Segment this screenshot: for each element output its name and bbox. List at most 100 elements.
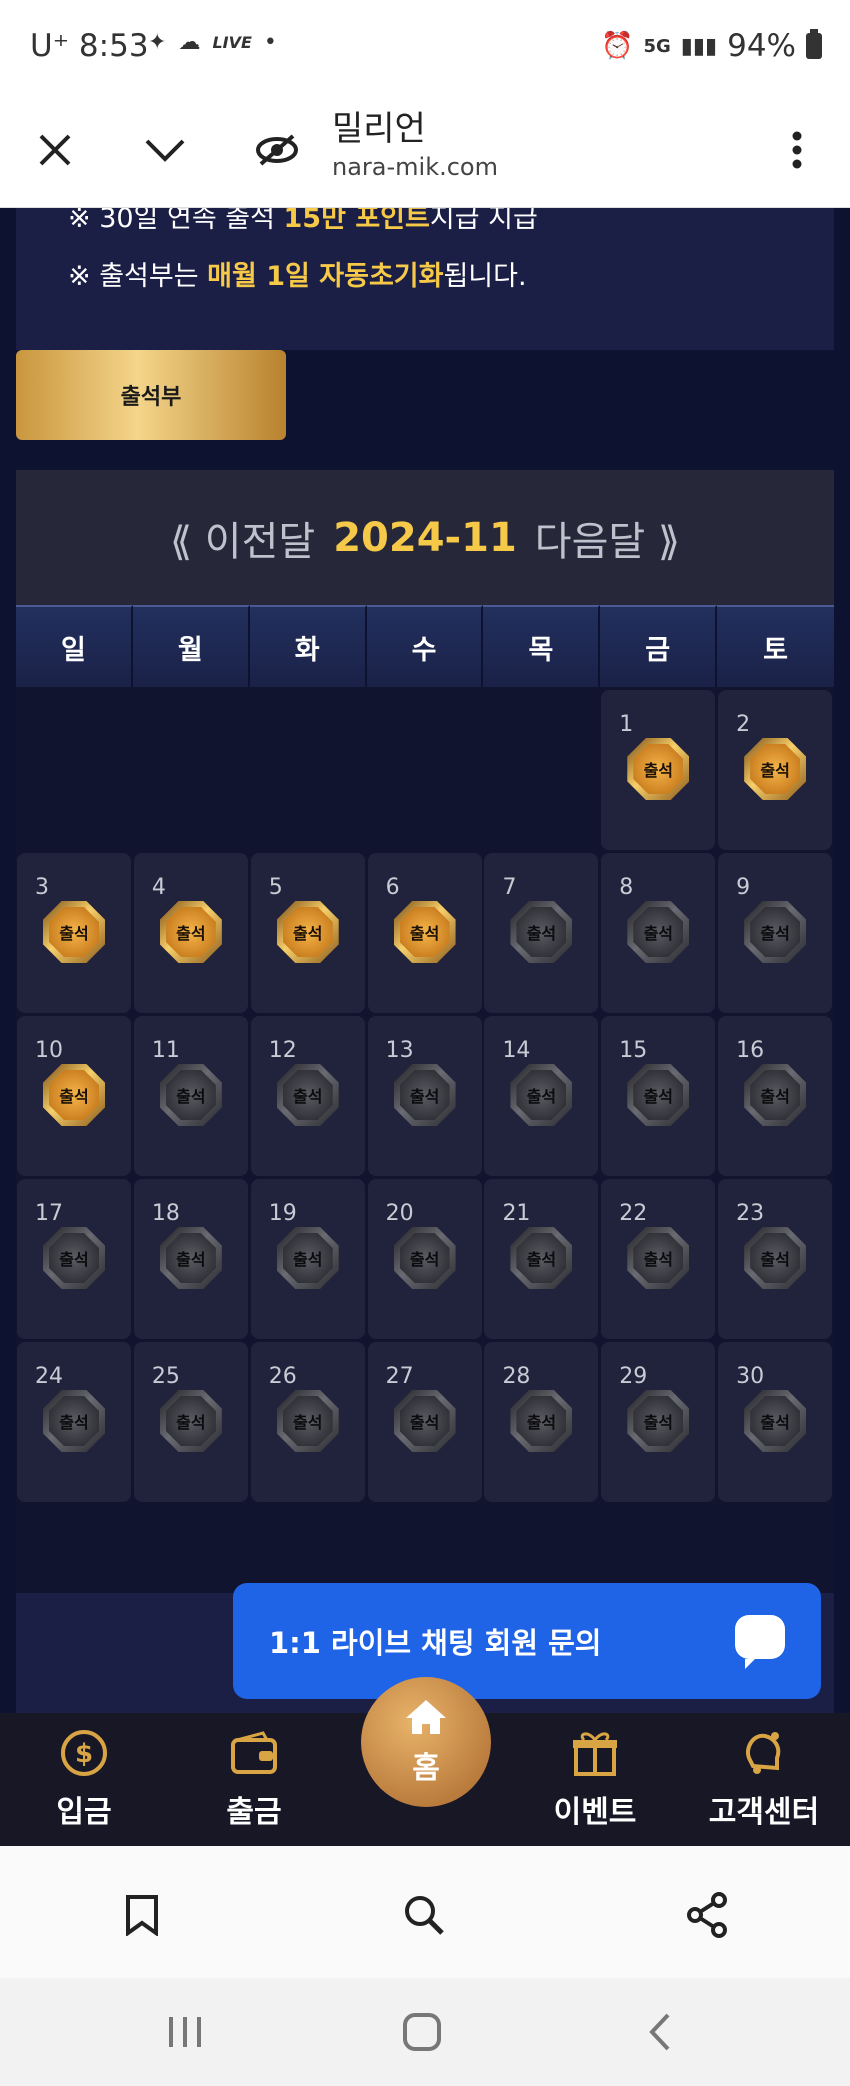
status-bar: U⁺ 8:53 ✦ ☁ LIVE • ⏰ 5G ▮▮▮ 94% — [0, 0, 850, 95]
calendar-day-cell: 3 출석 — [17, 853, 131, 1013]
notice-highlight: 15만 포인트 — [283, 208, 430, 234]
not-attended-badge-icon: 출석 — [276, 1064, 339, 1126]
live-label: LIVE — [212, 33, 252, 52]
badge-label: 출석 — [633, 1396, 684, 1446]
prev-month-button[interactable]: ⟪ 이전달 — [170, 509, 315, 567]
badge-label: 출석 — [750, 744, 801, 794]
calendar-day-cell: 5 출석 — [250, 853, 365, 1013]
day-number: 12 — [268, 1038, 297, 1063]
calendar-header: ⟪ 이전달 2024-11 다음달 ⟫ — [16, 470, 834, 605]
site-url[interactable]: nara-mik.com — [332, 153, 498, 181]
day-number: 30 — [736, 1364, 765, 1389]
badge-label: 출석 — [165, 907, 216, 957]
calendar-day-cell: 6 출석 — [367, 853, 482, 1013]
day-number: 26 — [268, 1364, 297, 1389]
nav-event[interactable]: 이벤트 — [535, 1725, 655, 1840]
nav-withdraw-label: 출금 — [226, 1795, 282, 1830]
weekday-mon: 월 — [132, 605, 250, 687]
badge-label: 출석 — [399, 1233, 450, 1283]
nav-deposit[interactable]: $ 입금 — [24, 1725, 144, 1840]
weekday-header: 일 월 화 수 목 금 토 — [16, 605, 835, 687]
share-icon[interactable] — [672, 1880, 742, 1950]
badge-label: 출석 — [633, 1233, 684, 1283]
badge-label: 출석 — [633, 1070, 684, 1120]
nav-support-label: 고객센터 — [708, 1795, 820, 1830]
search-icon[interactable] — [389, 1880, 459, 1950]
browser-bar: 밀리언 nara-mik.com — [0, 95, 850, 208]
calendar-day-cell: 14 출석 — [484, 1016, 599, 1176]
battery-icon — [806, 29, 822, 59]
day-number: 23 — [736, 1201, 765, 1226]
attended-badge-icon: 출석 — [43, 1064, 105, 1126]
nav-event-label: 이벤트 — [553, 1795, 637, 1830]
day-number: 4 — [151, 875, 166, 900]
calendar-day-cell: 7 출석 — [484, 853, 599, 1013]
attendance-tab[interactable]: 출석부 — [16, 350, 286, 440]
home-circle-icon[interactable] — [387, 2002, 457, 2062]
not-attended-badge-icon: 출석 — [627, 1227, 690, 1289]
badge-label: 출석 — [516, 1233, 567, 1283]
calendar-day-cell: 16 출석 — [718, 1016, 833, 1176]
day-number: 8 — [619, 875, 634, 900]
day-number: 22 — [619, 1201, 648, 1226]
not-attended-badge-icon: 출석 — [744, 901, 807, 963]
badge-label: 출석 — [49, 1396, 99, 1446]
chevron-down-icon[interactable] — [130, 115, 200, 185]
day-number: 13 — [385, 1038, 414, 1063]
calendar-day-cell: 12 출석 — [250, 1016, 365, 1176]
not-attended-badge-icon: 출석 — [510, 901, 573, 963]
gift-icon — [567, 1725, 623, 1781]
day-number: 20 — [385, 1201, 414, 1226]
badge-label: 출석 — [633, 907, 684, 957]
badge-label: 출석 — [750, 1070, 801, 1120]
weekday-tue: 화 — [249, 605, 367, 687]
live-chat-button[interactable]: 1:1 라이브 채팅 회원 문의 — [233, 1583, 821, 1699]
nav-home-button[interactable]: 홈 — [361, 1677, 491, 1807]
day-number: 1 — [619, 712, 634, 737]
not-attended-badge-icon: 출석 — [393, 1227, 456, 1289]
badge-label: 출석 — [282, 1233, 333, 1283]
day-number: 9 — [736, 875, 751, 900]
nav-support[interactable]: 고객센터 — [704, 1725, 824, 1840]
not-attended-badge-icon: 출석 — [159, 1390, 222, 1452]
notice-highlight: 매월 1일 자동초기화 — [207, 261, 444, 292]
calendar-day-cell: 19 출석 — [250, 1179, 365, 1339]
not-attended-badge-icon: 출석 — [627, 1064, 690, 1126]
dot-icon: • — [263, 30, 277, 55]
day-number: 5 — [268, 875, 283, 900]
recents-icon[interactable] — [150, 2002, 220, 2062]
not-attended-badge-icon: 출석 — [510, 1390, 573, 1452]
back-icon[interactable] — [625, 2002, 695, 2062]
network-label: 5G — [643, 35, 671, 57]
status-left-icons: ✦ ☁ LIVE • — [148, 30, 277, 55]
calendar-day-cell: 17 출석 — [17, 1179, 131, 1339]
calendar-day-cell: 25 출석 — [133, 1342, 248, 1502]
notice-text: ※ 출석부는 — [68, 261, 208, 292]
day-number: 15 — [619, 1038, 648, 1063]
clock: 8:53 — [78, 28, 149, 64]
notice-line-2: ※ 출석부는 매월 1일 자동초기화됩니다. — [68, 254, 527, 293]
day-number: 11 — [151, 1038, 180, 1063]
bookmark-icon[interactable] — [107, 1880, 177, 1950]
not-attended-badge-icon: 출석 — [159, 1227, 222, 1289]
close-icon[interactable] — [20, 115, 90, 185]
day-number: 29 — [619, 1364, 648, 1389]
day-number: 2 — [736, 712, 751, 737]
day-number: 25 — [151, 1364, 180, 1389]
calendar-day-cell: 11 출석 — [133, 1016, 248, 1176]
badge-label: 출석 — [516, 1396, 567, 1446]
badge-label: 출석 — [49, 907, 99, 957]
day-number: 18 — [151, 1201, 180, 1226]
calendar-day-cell: 23 출석 — [718, 1179, 833, 1339]
not-attended-badge-icon: 출석 — [43, 1227, 105, 1289]
more-menu-icon[interactable] — [762, 115, 832, 185]
next-month-button[interactable]: 다음달 ⟫ — [535, 509, 680, 567]
incognito-eye-icon[interactable] — [242, 115, 312, 185]
svg-text:$: $ — [75, 1739, 93, 1769]
badge-label: 출석 — [750, 907, 801, 957]
badge-label: 출석 — [165, 1070, 216, 1120]
badge-label: 출석 — [399, 1396, 450, 1446]
nav-withdraw[interactable]: 출금 — [194, 1725, 314, 1840]
calendar-day-cell: 9 출석 — [718, 853, 833, 1013]
attended-badge-icon: 출석 — [744, 738, 807, 800]
